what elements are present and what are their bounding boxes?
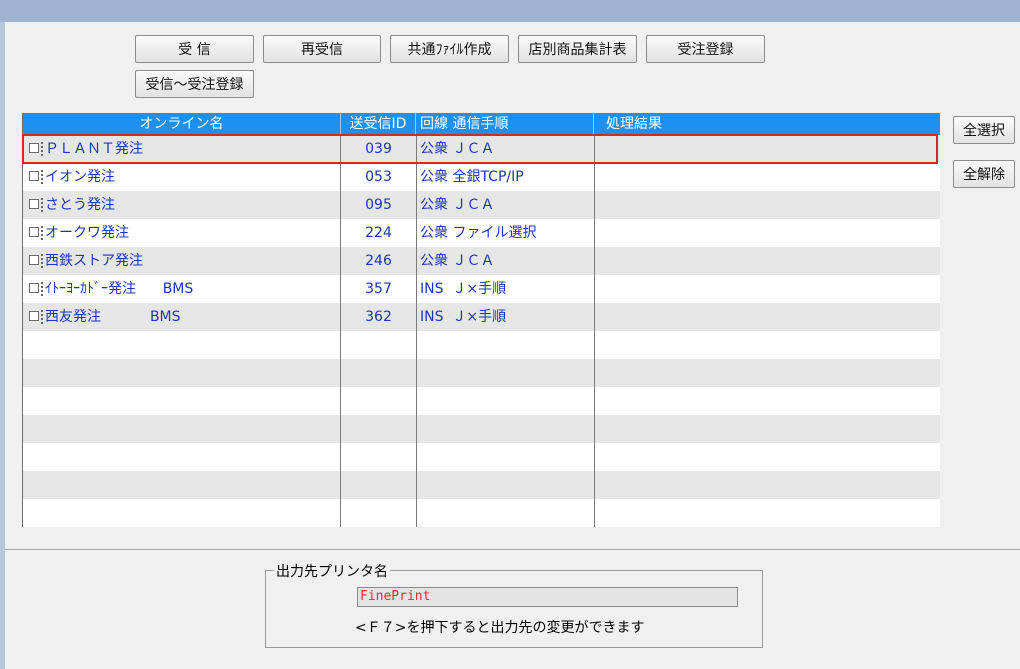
row-line: INS Ｊ×手順 bbox=[420, 281, 507, 297]
table-row[interactable]: ＰＬＡＮＴ発注 039 公衆 ＪＣＡ bbox=[23, 135, 940, 163]
table-row[interactable]: ｲﾄｰﾖｰｶﾄﾞｰ発注 BMS 357 INS Ｊ×手順 bbox=[23, 275, 940, 303]
row-focus-marker bbox=[41, 170, 43, 184]
column-divider bbox=[340, 135, 341, 527]
row-line: 公衆 ＪＣＡ bbox=[420, 253, 495, 269]
row-focus-marker bbox=[41, 254, 43, 268]
table-row[interactable]: さとう発注 095 公衆 ＪＣＡ bbox=[23, 191, 940, 219]
row-id: 246 bbox=[365, 253, 392, 269]
receive-button[interactable]: 受 信 bbox=[135, 35, 254, 63]
header-result[interactable]: 処理結果 bbox=[594, 113, 940, 135]
empty-row bbox=[23, 443, 940, 471]
row-online-name: さとう発注 bbox=[45, 197, 115, 213]
row-online-name: 西友発注 BMS bbox=[45, 309, 181, 325]
row-focus-marker bbox=[41, 282, 43, 296]
row-line: 公衆 全銀TCP/IP bbox=[420, 169, 524, 185]
separator-line bbox=[5, 549, 1020, 550]
table-row[interactable]: 西鉄ストア発注 246 公衆 ＪＣＡ bbox=[23, 247, 940, 275]
header-send-recv-id[interactable]: 送受信ID bbox=[341, 113, 416, 135]
grid-header: オンライン名 送受信ID 回線 通信手順 処理結果 bbox=[23, 113, 940, 135]
row-id: 039 bbox=[365, 141, 392, 157]
row-focus-marker bbox=[41, 142, 43, 156]
row-line: INS Ｊ×手順 bbox=[420, 309, 507, 325]
row-result bbox=[600, 163, 940, 191]
row-result bbox=[600, 247, 940, 275]
row-checkbox[interactable] bbox=[29, 199, 39, 209]
row-focus-marker bbox=[41, 226, 43, 240]
row-result bbox=[600, 219, 940, 247]
create-common-file-button[interactable]: 共通ﾌｧｲﾙ作成 bbox=[390, 35, 509, 63]
row-online-name: イオン発注 bbox=[45, 169, 115, 185]
row-result bbox=[600, 275, 940, 303]
row-id: 362 bbox=[365, 309, 392, 325]
row-line: 公衆 ファイル選択 bbox=[420, 225, 537, 241]
online-list-grid[interactable]: オンライン名 送受信ID 回線 通信手順 処理結果 ＰＬＡＮＴ発注 039 公衆… bbox=[22, 113, 940, 527]
table-row[interactable]: イオン発注 053 公衆 全銀TCP/IP bbox=[23, 163, 940, 191]
window-title-bar bbox=[0, 0, 1020, 22]
row-focus-marker bbox=[41, 198, 43, 212]
order-registration-button[interactable]: 受注登録 bbox=[646, 35, 765, 63]
header-online-name[interactable]: オンライン名 bbox=[23, 113, 341, 135]
column-divider bbox=[416, 135, 417, 527]
select-all-button[interactable]: 全選択 bbox=[953, 116, 1015, 144]
deselect-all-button[interactable]: 全解除 bbox=[953, 160, 1015, 188]
row-line: 公衆 ＪＣＡ bbox=[420, 141, 495, 157]
printer-group-label: 出力先プリンタ名 bbox=[274, 561, 390, 581]
row-checkbox[interactable] bbox=[29, 227, 39, 237]
row-focus-marker bbox=[41, 310, 43, 324]
row-checkbox[interactable] bbox=[29, 171, 39, 181]
empty-row bbox=[23, 359, 940, 387]
header-line-protocol[interactable]: 回線 通信手順 bbox=[416, 113, 594, 135]
row-id: 053 bbox=[365, 169, 392, 185]
table-row[interactable]: 西友発注 BMS 362 INS Ｊ×手順 bbox=[23, 303, 940, 331]
window-frame bbox=[0, 22, 5, 669]
empty-row bbox=[23, 499, 940, 527]
table-row[interactable]: オークワ発注 224 公衆 ファイル選択 bbox=[23, 219, 940, 247]
row-online-name: 西鉄ストア発注 bbox=[45, 253, 143, 269]
row-result bbox=[600, 303, 940, 331]
empty-row bbox=[23, 387, 940, 415]
column-divider bbox=[594, 135, 595, 527]
row-id: 224 bbox=[365, 225, 392, 241]
empty-row bbox=[23, 471, 940, 499]
row-checkbox[interactable] bbox=[29, 255, 39, 265]
row-online-name: オークワ発注 bbox=[45, 225, 129, 241]
row-result bbox=[600, 135, 940, 163]
receive-to-order-button[interactable]: 受信～受注登録 bbox=[135, 70, 254, 98]
re-receive-button[interactable]: 再受信 bbox=[263, 35, 381, 63]
row-checkbox[interactable] bbox=[29, 311, 39, 321]
empty-row bbox=[23, 331, 940, 359]
row-checkbox[interactable] bbox=[29, 143, 39, 153]
row-id: 357 bbox=[365, 281, 392, 297]
row-online-name: ＰＬＡＮＴ発注 bbox=[45, 141, 143, 157]
row-id: 095 bbox=[365, 197, 392, 213]
row-result bbox=[600, 191, 940, 219]
row-checkbox[interactable] bbox=[29, 283, 39, 293]
empty-row bbox=[23, 415, 940, 443]
row-line: 公衆 ＪＣＡ bbox=[420, 197, 495, 213]
store-product-summary-button[interactable]: 店別商品集計表 bbox=[518, 35, 637, 63]
printer-name-field[interactable]: FinePrint bbox=[357, 587, 738, 607]
row-online-name: ｲﾄｰﾖｰｶﾄﾞｰ発注 BMS bbox=[45, 281, 194, 297]
printer-hint-text: <Ｆ７>を押下すると出力先の変更ができます bbox=[355, 620, 645, 636]
